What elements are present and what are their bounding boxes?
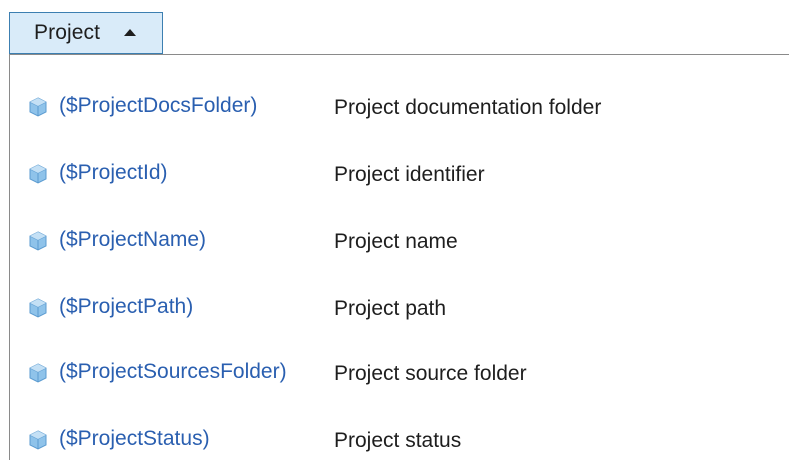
- macro-name: ($ProjectName): [59, 228, 207, 251]
- macro-name: ($ProjectPath): [59, 295, 194, 318]
- cube-icon: [29, 164, 47, 184]
- list-item[interactable]: ($ProjectSourcesFolder) Project source f…: [10, 353, 789, 393]
- list-item[interactable]: ($ProjectId) Project identifier: [10, 154, 789, 194]
- dropdown-label: Project: [34, 21, 101, 44]
- macro-description: Project documentation folder: [334, 96, 602, 119]
- macro-description: Project name: [334, 230, 458, 253]
- macro-picker: Project ($ProjectDocsFolder) Project doc…: [0, 0, 789, 460]
- list-item[interactable]: ($ProjectStatus) Project status: [10, 420, 789, 460]
- macro-description: Project path: [334, 297, 447, 320]
- macro-description: Project source folder: [334, 362, 527, 385]
- macro-name: ($ProjectDocsFolder): [59, 94, 258, 117]
- macro-name: ($ProjectSourcesFolder): [59, 360, 287, 383]
- dropdown-list: ($ProjectDocsFolder) Project documentati…: [9, 54, 789, 460]
- macro-name: ($ProjectId): [59, 161, 168, 184]
- cube-icon: [29, 298, 47, 318]
- project-dropdown-button[interactable]: Project: [9, 12, 163, 54]
- cube-icon: [29, 231, 47, 251]
- macro-name: ($ProjectStatus): [59, 427, 210, 450]
- chevron-up-icon: [124, 28, 137, 36]
- list-item[interactable]: ($ProjectDocsFolder) Project documentati…: [10, 87, 789, 127]
- macro-description: Project identifier: [334, 163, 485, 186]
- list-item[interactable]: ($ProjectName) Project name: [10, 221, 789, 261]
- list-item[interactable]: ($ProjectPath) Project path: [10, 288, 789, 328]
- cube-icon: [29, 430, 47, 450]
- cube-icon: [29, 363, 47, 383]
- macro-description: Project status: [334, 429, 462, 452]
- cube-icon: [29, 97, 47, 117]
